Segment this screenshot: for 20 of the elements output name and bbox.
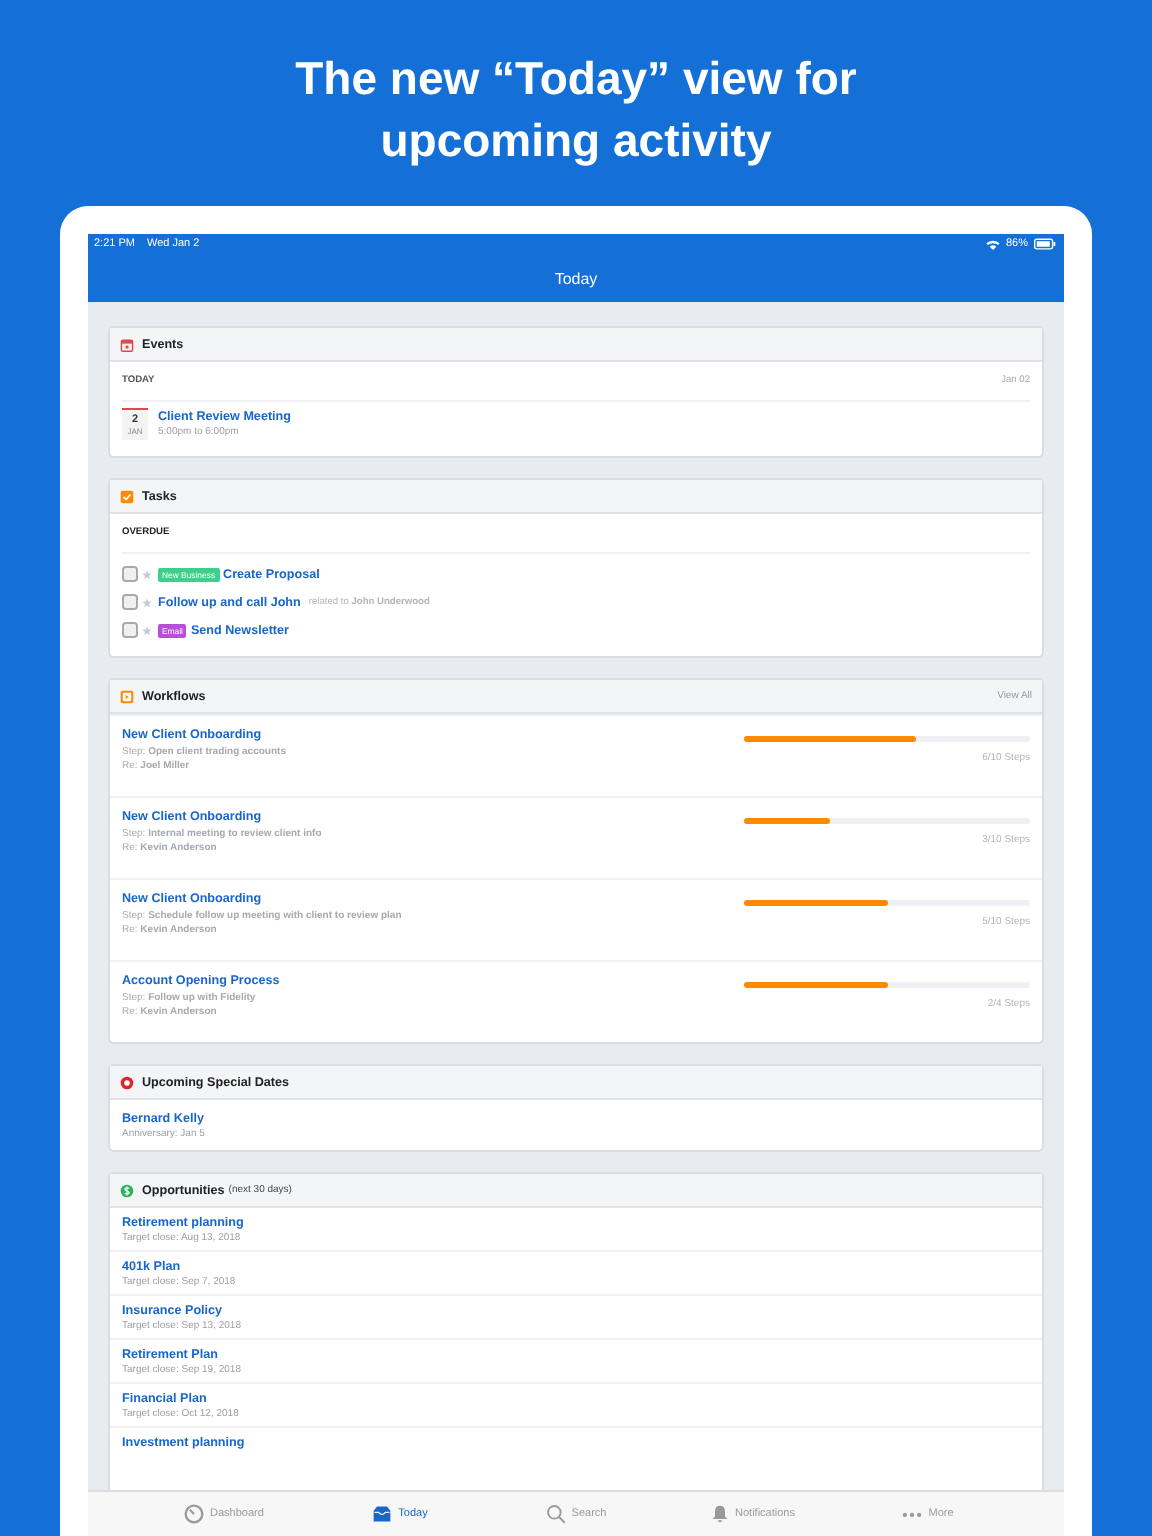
star-icon[interactable] — [142, 569, 152, 579]
nav-title: Today — [554, 269, 598, 287]
task-checkbox[interactable] — [122, 622, 138, 638]
headline: The new “Today” view for upcoming activity — [293, 50, 859, 170]
search-icon — [545, 1504, 566, 1524]
wifi-icon — [985, 239, 1000, 249]
dollar-icon — [120, 1183, 134, 1197]
calendar-icon — [120, 337, 134, 351]
battery-icon — [1034, 238, 1056, 250]
more-icon — [902, 1511, 923, 1517]
checkmark-icon — [120, 489, 134, 503]
star-icon[interactable] — [142, 597, 152, 607]
inbox-icon — [372, 1504, 393, 1524]
task-checkbox[interactable] — [122, 594, 138, 610]
gauge-icon — [184, 1504, 205, 1524]
play-icon — [120, 689, 134, 703]
star-icon[interactable] — [142, 625, 152, 635]
task-checkbox[interactable] — [122, 566, 138, 582]
badge-icon — [120, 1075, 134, 1089]
bell-icon — [709, 1504, 730, 1524]
